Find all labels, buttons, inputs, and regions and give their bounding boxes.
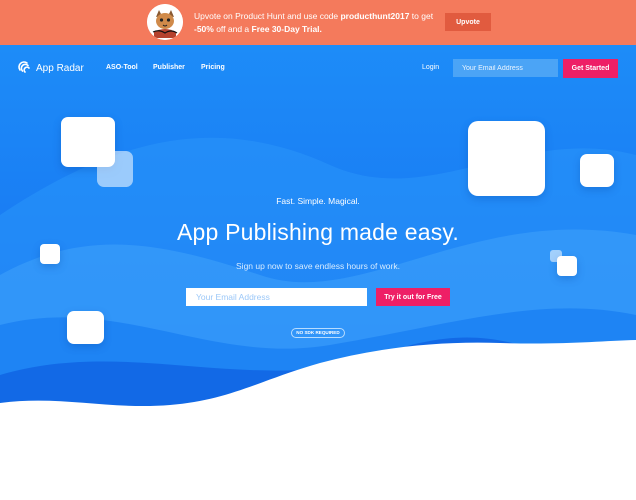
hero-email-input[interactable]	[186, 288, 367, 306]
try-free-button[interactable]: Try it out for Free	[376, 288, 450, 306]
decorative-tile	[67, 311, 104, 344]
promo-banner: Upvote on Product Hunt and use code prod…	[0, 0, 636, 45]
login-link[interactable]: Login	[422, 64, 439, 71]
radar-icon	[18, 61, 30, 73]
nav-link-publisher[interactable]: Publisher	[153, 64, 185, 71]
decorative-tile	[468, 121, 545, 196]
get-started-button[interactable]: Get Started	[563, 59, 618, 78]
hero-subheadline: Sign up now to save endless hours of wor…	[236, 261, 400, 271]
nav-link-aso-tool[interactable]: ASO-Tool	[106, 64, 138, 71]
hero-section: App Radar ASO-Tool Publisher Pricing Log…	[0, 45, 636, 500]
decorative-tile	[97, 151, 133, 187]
nav-email-input[interactable]	[453, 59, 558, 77]
hero-headline: App Publishing made easy.	[176, 219, 460, 245]
brand-logo[interactable]: App Radar	[18, 61, 84, 75]
upvote-button[interactable]: Upvote	[445, 13, 491, 31]
background-waves	[0, 137, 636, 500]
promo-message: Upvote on Product Hunt and use code prod…	[194, 11, 434, 34]
nav-link-pricing[interactable]: Pricing	[201, 64, 225, 71]
brand-name: App Radar	[36, 62, 84, 74]
mascot-avatar	[147, 4, 183, 40]
no-sdk-badge: NO SDK REQUIRED	[291, 328, 345, 338]
decorative-tile	[580, 154, 614, 187]
promo-code: producthunt2017	[340, 11, 410, 21]
top-navigation: App Radar ASO-Tool Publisher Pricing Log…	[0, 45, 636, 91]
hero-tagline: Fast. Simple. Magical.	[276, 196, 360, 206]
